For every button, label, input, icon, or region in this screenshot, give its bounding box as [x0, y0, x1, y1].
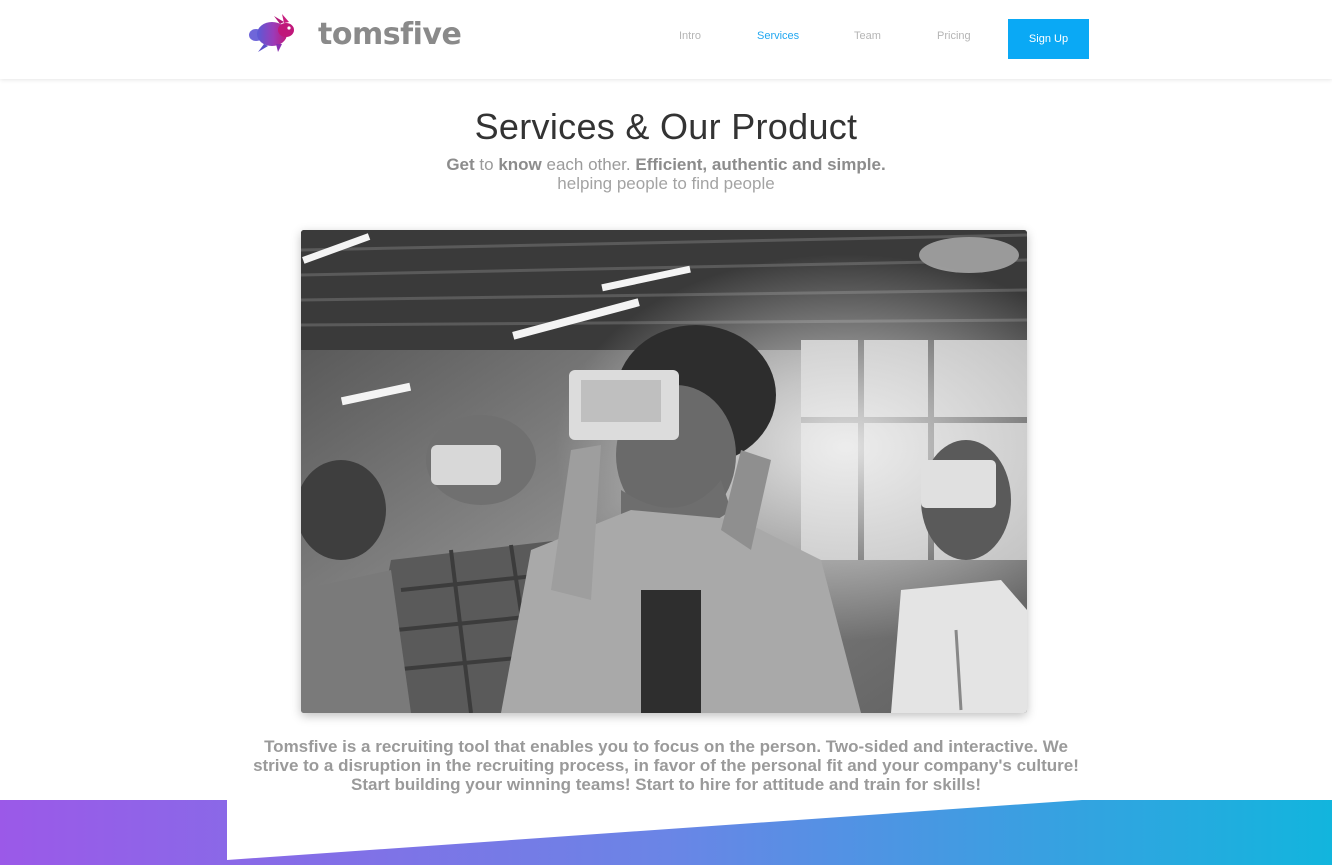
section-title: Services & Our Product — [474, 106, 858, 147]
services-hero-image — [301, 230, 1027, 713]
subtitle-word-know: know — [498, 155, 542, 174]
brand-name: tomsfive — [318, 16, 462, 52]
section-subtitle: Get to know each other. Efficient, authe… — [0, 155, 1332, 193]
subtitle-text-each-other: each other. — [546, 155, 631, 174]
services-description: Tomsfive is a recruiting tool that enabl… — [253, 737, 1079, 794]
subtitle-word-get: Get — [446, 155, 475, 174]
brand-link[interactable]: tomsfive — [244, 14, 462, 54]
nav-link-team[interactable]: Team — [854, 30, 881, 42]
subtitle-word-to: to — [479, 155, 494, 174]
navbar: tomsfive Intro Services Team Pricing Sig… — [0, 0, 1332, 79]
nav-link-services[interactable]: Services — [757, 30, 799, 42]
footer-gradient-band — [0, 800, 1332, 865]
subtitle-text-efficient: Efficient, authentic and simple. — [635, 155, 886, 174]
nav-link-pricing[interactable]: Pricing — [937, 30, 971, 42]
subtitle-tagline: helping people to find people — [557, 174, 775, 193]
nav-link-intro[interactable]: Intro — [679, 30, 701, 42]
vr-headset-photo — [301, 230, 1027, 713]
sign-up-button[interactable]: Sign Up — [1008, 19, 1089, 59]
rabbit-logo-icon — [249, 14, 294, 52]
